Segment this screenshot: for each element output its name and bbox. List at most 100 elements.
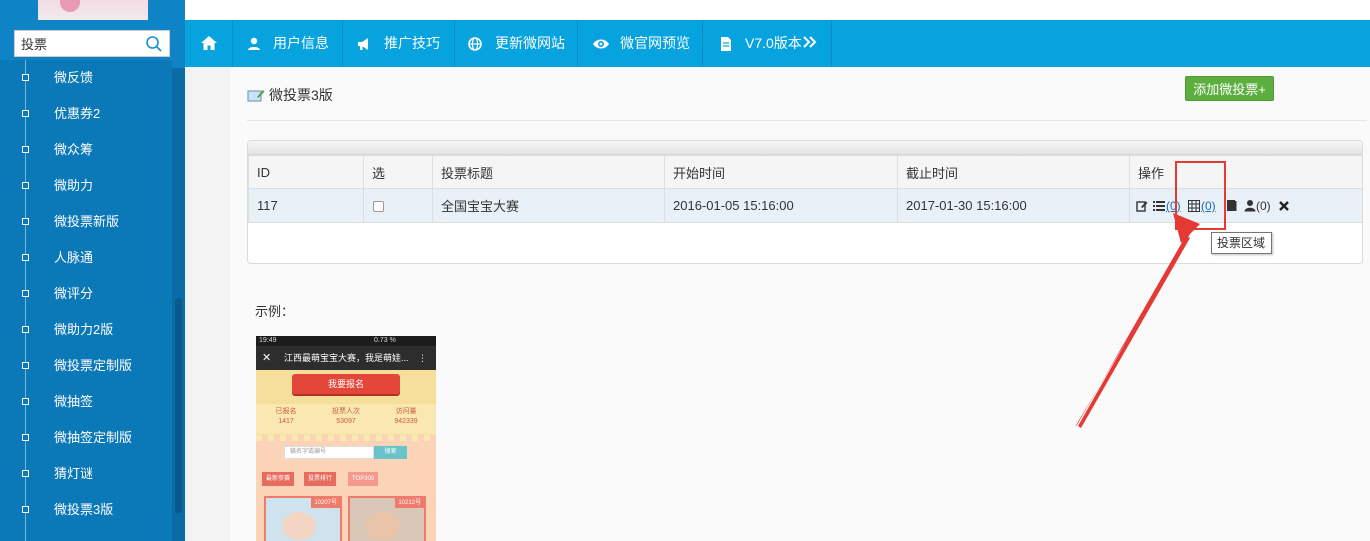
sidebar-item-vote-v3[interactable]: 微投票3版	[0, 492, 172, 528]
sidebar-item-label: 微反馈	[54, 70, 94, 85]
top-strip	[185, 0, 1370, 20]
col-start-header: 开始时间	[664, 155, 898, 189]
sidebar-item-lottery-custom[interactable]: 微抽签定制版	[0, 420, 172, 456]
close-icon: ✕	[262, 352, 272, 364]
highlight-box	[1175, 161, 1226, 230]
nav-label: 微官网预览	[620, 35, 690, 51]
user-icon	[248, 37, 260, 50]
sidebar-item-label: 猜灯谜	[54, 466, 94, 481]
phone-stat: 投票人次 53097	[332, 408, 360, 425]
nav-version[interactable]: V7.0版本	[703, 20, 832, 67]
sidebar-item-label: 微抽签	[54, 394, 94, 409]
phone-tab: TOP300	[348, 472, 379, 486]
nav-label: 推广技巧	[384, 35, 440, 51]
nav-label: V7.0版本	[745, 35, 802, 51]
delete-icon[interactable]	[1279, 201, 1289, 211]
row-checkbox[interactable]	[373, 201, 384, 213]
sidebar-item-lantern-riddle[interactable]: 猜灯谜	[0, 456, 172, 492]
nav-label: 更新微网站	[495, 35, 565, 51]
sidebar-item-label: 微投票3版	[54, 502, 114, 517]
phone-entry-card: 10212号	[348, 496, 426, 541]
sidebar-item-coupon2[interactable]: 优惠券2	[0, 96, 172, 132]
cell-title: 全国宝宝大赛	[432, 188, 665, 223]
phone-entry-card: 10207号	[264, 496, 342, 541]
nav-promotion-tips[interactable]: 推广技巧	[343, 20, 455, 67]
phone-stat: 访问量 942339	[394, 408, 418, 425]
vote-user-count[interactable]: (0)	[1256, 199, 1271, 213]
sidebar-item-assist-v2[interactable]: 微助力2版	[0, 312, 172, 348]
cell-end: 2017-01-30 15:16:00	[897, 188, 1130, 223]
nav-site-preview[interactable]: 微官网预览	[578, 20, 703, 67]
phone-search-box: 输名字或编号	[284, 446, 374, 459]
sidebar-item-label: 微投票定制版	[54, 358, 133, 373]
phone-stat: 已报名 1417	[275, 408, 297, 425]
sidebar-item-wei-feedback[interactable]: 微反馈	[0, 60, 172, 96]
home-icon	[201, 36, 217, 50]
sidebar-item-label: 微投票新版	[54, 214, 120, 229]
add-vote-button[interactable]: 添加微投票+	[1185, 76, 1274, 101]
cell-actions: (0) (0) (0)	[1129, 188, 1362, 223]
page-title-text: 微投票3版	[269, 87, 333, 103]
cell-select	[363, 188, 433, 223]
col-actions-header: 操作	[1129, 155, 1362, 189]
sidebar-item-label: 微评分	[54, 286, 94, 301]
phone-status-text: 0.73 %	[374, 337, 396, 344]
double-chevron-right-icon	[803, 36, 817, 48]
divider	[247, 120, 1367, 121]
eye-icon	[593, 39, 609, 49]
avatar	[38, 0, 148, 20]
nav-label: 用户信息	[273, 35, 329, 51]
phone-tab: 最新参赛	[262, 472, 295, 486]
scrollbar-thumb[interactable]	[175, 298, 182, 513]
phone-tab: 投票排行	[304, 472, 337, 486]
example-phone-screenshot: 19:49 0.73 % ✕ 江西最萌宝宝大赛，我是萌娃... ⋮ 我要报名 已…	[256, 336, 436, 541]
home-button[interactable]	[185, 20, 233, 67]
sidebar-item-network[interactable]: 人脉通	[0, 240, 172, 276]
nav-user-info[interactable]: 用户信息	[233, 20, 343, 67]
search-input[interactable]	[15, 31, 140, 56]
edit-document-icon	[247, 90, 265, 102]
globe-icon	[468, 37, 482, 51]
top-nav: 用户信息 推广技巧 更新微网站 微官网预览 V7.0版本	[185, 20, 1370, 67]
sidebar-search	[14, 30, 170, 57]
sidebar-item-label: 微众筹	[54, 142, 94, 157]
nav-update-site[interactable]: 更新微网站	[455, 20, 578, 67]
sidebar-item-assist[interactable]: 微助力	[0, 168, 172, 204]
sidebar-item-label: 人脉通	[54, 250, 94, 265]
cell-id: 117	[248, 188, 364, 223]
sidebar-item-vote-new[interactable]: 微投票新版	[0, 204, 172, 240]
edit-icon[interactable]	[1136, 200, 1148, 212]
sidebar-scrollbar[interactable]	[172, 68, 185, 541]
tooltip: 投票区域	[1211, 232, 1272, 254]
book-icon[interactable]	[1226, 199, 1237, 212]
sidebar: 微反馈 优惠券2 微众筹 微助力 微投票新版 人脉通 微评分 微助力2版 微投票…	[0, 0, 185, 541]
phone-wave	[256, 435, 436, 441]
document-icon	[721, 37, 731, 51]
cell-start: 2016-01-05 15:16:00	[664, 188, 898, 223]
phone-stats: 已报名 1417 投票人次 53097 访问量 942339	[256, 404, 436, 434]
sidebar-item-vote-custom[interactable]: 微投票定制版	[0, 348, 172, 384]
sidebar-item-lottery[interactable]: 微抽签	[0, 384, 172, 420]
phone-app-bar: ✕ 江西最萌宝宝大赛，我是萌娃... ⋮	[256, 346, 436, 370]
phone-title: 江西最萌宝宝大赛，我是萌娃...	[284, 353, 409, 363]
sidebar-item-rating[interactable]: 微评分	[0, 276, 172, 312]
phone-time: 19:49	[259, 337, 277, 344]
sidebar-menu: 微反馈 优惠券2 微众筹 微助力 微投票新版 人脉通 微评分 微助力2版 微投票…	[0, 60, 172, 541]
megaphone-icon	[358, 38, 368, 50]
sidebar-item-label: 微助力2版	[54, 322, 114, 337]
user-icon[interactable]	[1244, 199, 1256, 212]
sidebar-item-crowdfunding[interactable]: 微众筹	[0, 132, 172, 168]
list-icon[interactable]	[1153, 200, 1165, 212]
main-content: 微投票3版 添加微投票+ ID 选 投票标题 开始时间 截止时间 操作 117 …	[230, 67, 1370, 541]
col-end-header: 截止时间	[897, 155, 1130, 189]
more-icon: ⋮	[418, 353, 427, 363]
phone-signup-button: 我要报名	[292, 374, 400, 394]
sidebar-item-label: 优惠券2	[54, 106, 101, 121]
col-title-header: 投票标题	[432, 155, 665, 189]
search-icon[interactable]	[145, 35, 163, 53]
sidebar-item-label: 微抽签定制版	[54, 430, 133, 445]
col-id-header: ID	[248, 155, 364, 189]
phone-status-bar: 19:49 0.73 %	[256, 336, 436, 346]
col-select-header: 选	[363, 155, 433, 189]
sidebar-item-label: 微助力	[54, 178, 94, 193]
